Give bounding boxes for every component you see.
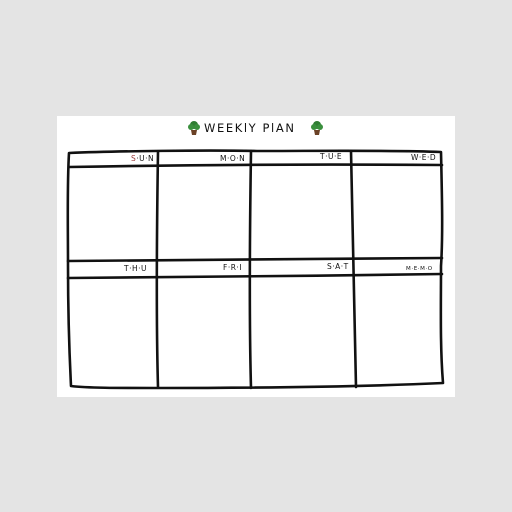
- day-label-tue: T·U·E: [320, 152, 343, 161]
- day-label-mon: M·O·N: [220, 154, 246, 163]
- grid-line-col-3: [349, 149, 358, 389]
- day-label-wed: W·E·D: [411, 153, 437, 162]
- planner-grid: [66, 149, 445, 390]
- grid-line-col-1: [155, 150, 160, 389]
- day-label-sun-rest: ·U·N: [136, 154, 155, 163]
- day-label-memo: M·E·M·O: [406, 266, 433, 272]
- grid-line-top-header: [67, 163, 444, 169]
- day-label-fri: F·R·I: [223, 263, 243, 272]
- day-label-thu: T·H·U: [124, 264, 147, 273]
- grid-line-col-2: [248, 149, 253, 390]
- day-label-sat: S·A·T: [327, 262, 349, 271]
- grid-line-middle: [66, 256, 444, 263]
- day-label-sun: S·U·N: [131, 154, 154, 164]
- planner-sheet: WEEKlY PlAN S·U·N M·O·N T·U·E W·E·D T·H·…: [57, 116, 455, 397]
- grid-line-bottom-header: [66, 272, 444, 280]
